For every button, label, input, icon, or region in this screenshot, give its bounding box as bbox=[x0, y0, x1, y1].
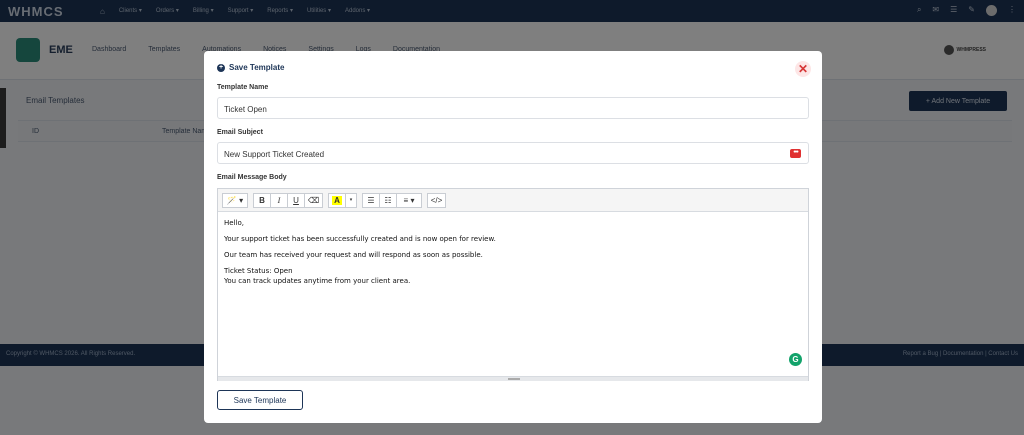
grammarly-icon[interactable]: G bbox=[789, 353, 802, 366]
save-template-modal: + Save Template ✕ Template Name Ticket O… bbox=[204, 51, 822, 423]
bold-button[interactable]: B bbox=[254, 193, 271, 207]
unordered-list-button[interactable]: ☰ bbox=[363, 193, 380, 207]
editor-toolbar: 🪄 ▾ B I U ⌫ A ▾ ☰ ☷ ≡ ▾ </> bbox=[218, 189, 808, 212]
template-name-input[interactable]: Ticket Open bbox=[217, 97, 809, 119]
font-color-icon: A bbox=[332, 195, 342, 205]
modal-title-text: Save Template bbox=[229, 63, 285, 72]
password-manager-icon[interactable]: ••• bbox=[790, 149, 801, 158]
body-line: Your support ticket has been successfull… bbox=[224, 235, 496, 243]
template-name-label: Template Name bbox=[217, 84, 269, 91]
paragraph-align-dropdown[interactable]: ≡ ▾ bbox=[397, 194, 421, 207]
italic-button[interactable]: I bbox=[271, 193, 288, 207]
email-body-label: Email Message Body bbox=[217, 174, 287, 181]
underline-button[interactable]: U bbox=[288, 193, 305, 207]
code-view-button[interactable]: </> bbox=[428, 194, 445, 207]
body-line: You can track updates anytime from your … bbox=[224, 277, 411, 285]
grip-icon bbox=[508, 378, 520, 380]
email-subject-label: Email Subject bbox=[217, 129, 263, 136]
style-dropdown[interactable]: 🪄 ▾ bbox=[223, 194, 247, 207]
eraser-icon[interactable]: ⌫ bbox=[305, 194, 322, 207]
close-button[interactable]: ✕ bbox=[795, 61, 811, 77]
ordered-list-button[interactable]: ☷ bbox=[380, 193, 397, 207]
font-color-dropdown[interactable]: ▾ bbox=[346, 194, 356, 207]
modal-title: + Save Template bbox=[217, 63, 284, 72]
plus-circle-icon: + bbox=[217, 63, 225, 72]
body-line: Hello, bbox=[224, 219, 244, 227]
body-line: Our team has received your request and w… bbox=[224, 251, 483, 259]
email-subject-value: New Support Ticket Created bbox=[224, 150, 325, 159]
body-line: Ticket Status: Open bbox=[224, 267, 293, 275]
editor-content[interactable]: Hello, Your support ticket has been succ… bbox=[218, 212, 808, 298]
editor-resize-handle[interactable] bbox=[218, 376, 808, 381]
font-color-button[interactable]: A bbox=[329, 193, 346, 207]
rich-text-editor: 🪄 ▾ B I U ⌫ A ▾ ☰ ☷ ≡ ▾ </> Hello, Your … bbox=[217, 188, 809, 381]
email-subject-input[interactable]: New Support Ticket Created ••• bbox=[217, 142, 809, 164]
save-template-button[interactable]: Save Template bbox=[217, 390, 303, 410]
